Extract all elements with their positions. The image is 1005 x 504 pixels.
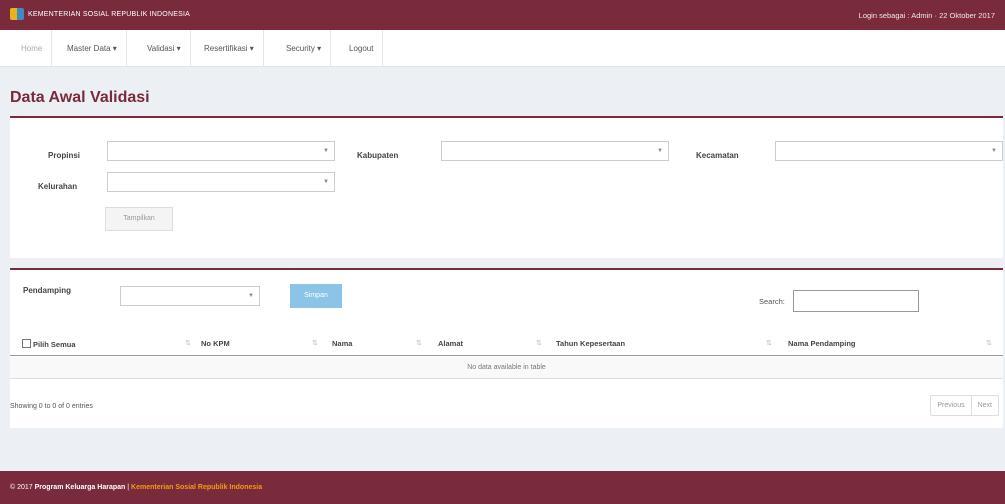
empty-table-row: No data available in table (10, 357, 1003, 379)
chevron-down-icon: ▼ (323, 179, 329, 185)
table-info: Showing 0 to 0 of 0 entries (10, 403, 93, 410)
sort-icon[interactable]: ⇅ (766, 339, 772, 347)
simpan-button[interactable]: Simpan (290, 284, 342, 308)
pendamping-label: Pendamping (23, 286, 72, 295)
select-all-label: Pilih Semua (33, 340, 76, 349)
previous-button[interactable]: Previous (931, 396, 970, 415)
kabupaten-select[interactable]: ▼ (441, 141, 669, 161)
nav-security[interactable]: Security ▾ (277, 30, 332, 67)
nav-master-data[interactable]: Master Data ▾ (58, 30, 127, 67)
chevron-down-icon: ▼ (323, 148, 329, 154)
pendamping-select[interactable]: ▼ (120, 286, 260, 306)
chevron-down-icon: ▼ (991, 148, 997, 154)
select-all-header[interactable]: Pilih Semua (22, 339, 76, 349)
brand-text: KEMENTERIAN SOSIAL REPUBLIK INDONESIA (28, 10, 190, 18)
column-nama[interactable]: Nama (332, 339, 352, 348)
propinsi-select[interactable]: ▼ (107, 141, 335, 161)
column-nama-pendamping[interactable]: Nama Pendamping (788, 339, 856, 348)
search-label: Search: (759, 297, 785, 306)
kecamatan-select[interactable]: ▼ (775, 141, 1003, 161)
kelurahan-select[interactable]: ▼ (107, 172, 335, 192)
sort-icon[interactable]: ⇅ (986, 339, 992, 347)
sort-icon[interactable]: ⇅ (536, 339, 542, 347)
login-info: Login sebagai : Admin · 22 Oktober 2017 (858, 11, 995, 20)
chevron-down-icon: ▼ (657, 148, 663, 154)
footer-copyright: © 2017 (10, 484, 33, 491)
footer-text: © 2017 Program Keluarga Harapan | Kement… (10, 484, 262, 491)
select-all-checkbox[interactable] (22, 339, 31, 348)
tampilkan-button[interactable]: Tampilkan (105, 207, 173, 231)
brand[interactable]: KEMENTERIAN SOSIAL REPUBLIK INDONESIA (10, 8, 190, 20)
column-alamat[interactable]: Alamat (438, 339, 463, 348)
top-header: KEMENTERIAN SOSIAL REPUBLIK INDONESIA Lo… (0, 0, 1005, 30)
pagination: Previous Next (930, 395, 999, 416)
kelurahan-label: Kelurahan (38, 182, 78, 191)
chevron-down-icon: ▼ (248, 293, 254, 299)
nav-home[interactable]: Home (12, 30, 53, 67)
page-title: Data Awal Validasi (10, 89, 150, 106)
main-navbar: Home Master Data ▾ Validasi ▾ Resertifik… (0, 30, 1005, 67)
sort-icon[interactable]: ⇅ (312, 339, 318, 347)
nav-logout[interactable]: Logout (340, 30, 384, 67)
kabupaten-label: Kabupaten (357, 151, 399, 160)
nav-resertifikasi[interactable]: Resertifikasi ▾ (195, 30, 264, 67)
data-table-panel: Pendamping ▼ Simpan Search: Pilih Semua … (10, 268, 1003, 428)
next-button[interactable]: Next (970, 396, 998, 415)
column-no-kpm[interactable]: No KPM (201, 339, 230, 348)
search-input[interactable] (793, 290, 919, 312)
kecamatan-label: Kecamatan (696, 151, 739, 160)
footer-ministry-link[interactable]: Kementerian Sosial Republik Indonesia (131, 484, 262, 491)
propinsi-label: Propinsi (48, 151, 81, 160)
footer: © 2017 Program Keluarga Harapan | Kement… (0, 471, 1005, 504)
table-header: Pilih Semua ⇅ No KPM ⇅ Nama ⇅ Alamat ⇅ T… (10, 330, 1003, 356)
ministry-logo-icon (10, 8, 24, 20)
column-tahun-kepesertaan[interactable]: Tahun Kepesertaan (556, 339, 625, 348)
filter-panel: Propinsi ▼ Kabupaten ▼ Kecamatan ▼ Kelur… (10, 116, 1003, 258)
nav-validasi[interactable]: Validasi ▾ (138, 30, 191, 67)
footer-program: Program Keluarga Harapan (34, 484, 126, 491)
sort-icon[interactable]: ⇅ (185, 339, 191, 347)
sort-icon[interactable]: ⇅ (416, 339, 422, 347)
